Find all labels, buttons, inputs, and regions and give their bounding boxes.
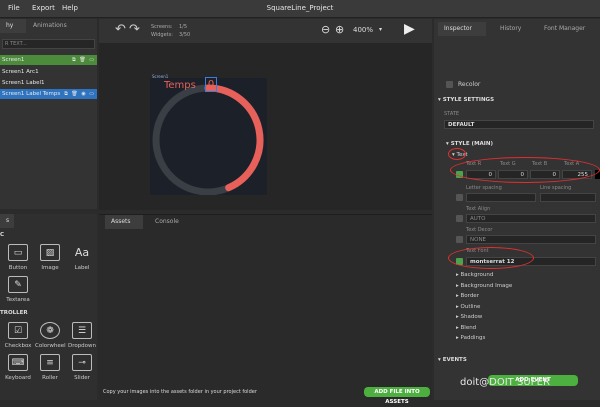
keyboard-icon: ⌨	[8, 354, 28, 371]
button-icon: ▭	[8, 244, 28, 261]
row-actions-icon[interactable]: ⧉ 🗑 ◉ ▭	[64, 91, 95, 97]
assets-hint: Copy your images into the assets folder …	[103, 389, 257, 395]
state-label: STATE	[444, 111, 460, 117]
text-decor-checkbox[interactable]	[456, 236, 463, 243]
state-select[interactable]: DEFAULT	[444, 120, 594, 129]
add-file-into-assets-button[interactable]: ADD FILE INTO ASSETS	[364, 387, 430, 405]
menu-bar: File Export Help SquareLine_Project	[0, 0, 600, 18]
events-header[interactable]: ▾ EVENTS	[438, 357, 467, 363]
tab-assets[interactable]: Assets	[105, 215, 143, 229]
group-paddings[interactable]: ▸ Paddings	[456, 333, 512, 344]
group-outline[interactable]: ▸ Outline	[456, 302, 512, 313]
text-decor-label: Text Decor	[466, 227, 493, 233]
annotation-oval	[448, 148, 466, 160]
group-background[interactable]: ▸ Background	[456, 270, 512, 281]
textarea-icon: ✎	[8, 276, 28, 293]
colorwheel-icon: ❁	[40, 322, 60, 339]
hierarchy-filter-input[interactable]: R TEXT...	[2, 39, 95, 49]
tab-font-manager[interactable]: Font Manager	[538, 22, 598, 36]
line-spacing-input[interactable]	[540, 193, 596, 202]
undo-icon[interactable]: ↶	[115, 22, 126, 37]
label-icon: Aa	[74, 246, 90, 259]
tree-item-screen1[interactable]: Screen1 ⧉ 🗑 ▭	[0, 55, 97, 65]
arc-widget[interactable]	[150, 78, 267, 196]
slider-icon: ⊸	[72, 354, 92, 371]
group-blend[interactable]: ▸ Blend	[456, 323, 512, 334]
section-basic: C	[0, 232, 5, 238]
canvas-toolbar: ↶ ↷ Screens: 1/5 Widgets: 3/50 ⊖ ⊕ 400% …	[99, 19, 432, 43]
section-controller: TROLLER	[0, 310, 28, 316]
spacing-checkbox[interactable]	[456, 194, 463, 201]
widget-roller[interactable]: ≡ Roller	[40, 354, 65, 381]
screens-label: Screens:	[151, 24, 173, 30]
text-align-checkbox[interactable]	[456, 215, 463, 222]
tab-history[interactable]: History	[494, 22, 534, 36]
style-settings-header[interactable]: ▾ STYLE SETTINGS	[438, 97, 494, 103]
line-spacing-label: Line spacing	[540, 185, 572, 191]
text-decor-select[interactable]: NONE	[466, 235, 596, 244]
roller-icon: ≡	[40, 354, 60, 371]
redo-icon[interactable]: ↷	[129, 22, 140, 37]
annotation-oval	[450, 157, 600, 183]
inspector-panel: Inspector History Font Manager Recolor ▾…	[434, 19, 600, 400]
widgets-value: 3/50	[179, 32, 191, 38]
widgets-panel: s C ▭ Button ▨ Image Aa Label ✎ Textarea…	[0, 214, 97, 400]
image-icon: ▨	[40, 244, 60, 261]
device-screen[interactable]	[150, 78, 267, 196]
checkbox-icon: ☑	[8, 322, 28, 339]
group-border[interactable]: ▸ Border	[456, 291, 512, 302]
group-background-image[interactable]: ▸ Background Image	[456, 281, 512, 292]
recolor-checkbox[interactable]	[446, 81, 453, 88]
play-icon[interactable]: ▶	[404, 21, 415, 37]
dropdown-icon: ☰	[72, 322, 92, 339]
tree-item-label1[interactable]: Screen1 Label1	[0, 78, 97, 88]
widget-image[interactable]: ▨ Image	[40, 244, 65, 271]
hierarchy-panel: hy Animations R TEXT... Screen1 ⧉ 🗑 ▭ Sc…	[0, 19, 97, 209]
assets-panel: Assets Console Copy your images into the…	[99, 214, 432, 405]
widget-label[interactable]: Aa Label	[72, 244, 97, 271]
screens-value: 1/5	[179, 24, 188, 30]
widget-button[interactable]: ▭ Button	[8, 244, 33, 271]
zoom-out-icon[interactable]: ⊖	[321, 23, 330, 36]
letter-spacing-label: Letter spacing	[466, 185, 502, 191]
row-actions-icon[interactable]: ⧉ 🗑 ▭	[72, 57, 95, 63]
annotation-oval	[448, 247, 534, 269]
tab-inspector[interactable]: Inspector	[438, 22, 486, 36]
text-align-select[interactable]: AUTO	[466, 214, 596, 223]
text-align-label: Text Align	[466, 206, 491, 212]
app-title: SquareLine_Project	[266, 4, 334, 12]
temps-label[interactable]: Temps	[164, 80, 196, 91]
tab-console[interactable]: Console	[149, 215, 189, 229]
watermark: doit@DOIT SUPER	[460, 377, 550, 388]
widgets-label: Widgets:	[151, 32, 173, 38]
widget-colorwheel[interactable]: ❁ Colorwheel	[35, 322, 66, 349]
zoom-level[interactable]: 400%	[353, 26, 373, 34]
widget-slider[interactable]: ⊸ Slider	[72, 354, 97, 381]
tree-item-label-temps[interactable]: Screen1 Label Temps ⧉ 🗑 ◉ ▭	[0, 89, 97, 99]
widget-dropdown[interactable]: ☰ Dropdown	[68, 322, 97, 349]
widget-keyboard[interactable]: ⌨ Keyboard	[5, 354, 33, 381]
style-main-header[interactable]: ▾ STYLE (MAIN)	[446, 141, 493, 147]
widget-checkbox[interactable]: ☑ Checkbox	[5, 322, 33, 349]
tab-animations[interactable]: Animations	[27, 19, 87, 33]
zoom-dropdown-icon[interactable]: ▾	[379, 26, 382, 33]
recolor-label: Recolor	[458, 81, 481, 88]
tab-widgets[interactable]: s	[0, 214, 14, 228]
group-shadow[interactable]: ▸ Shadow	[456, 312, 512, 323]
tab-hierarchy[interactable]: hy	[0, 19, 26, 33]
widget-textarea[interactable]: ✎ Textarea	[6, 276, 33, 303]
temps-value-label[interactable]: 0	[205, 77, 217, 92]
style-groups-list: ▸ Background ▸ Background Image ▸ Border…	[456, 270, 512, 344]
letter-spacing-input[interactable]	[466, 193, 536, 202]
arc-indicator[interactable]	[204, 84, 264, 192]
tree-item-arc1[interactable]: Screen1 Arc1	[0, 67, 97, 77]
zoom-in-icon[interactable]: ⊕	[335, 23, 344, 36]
